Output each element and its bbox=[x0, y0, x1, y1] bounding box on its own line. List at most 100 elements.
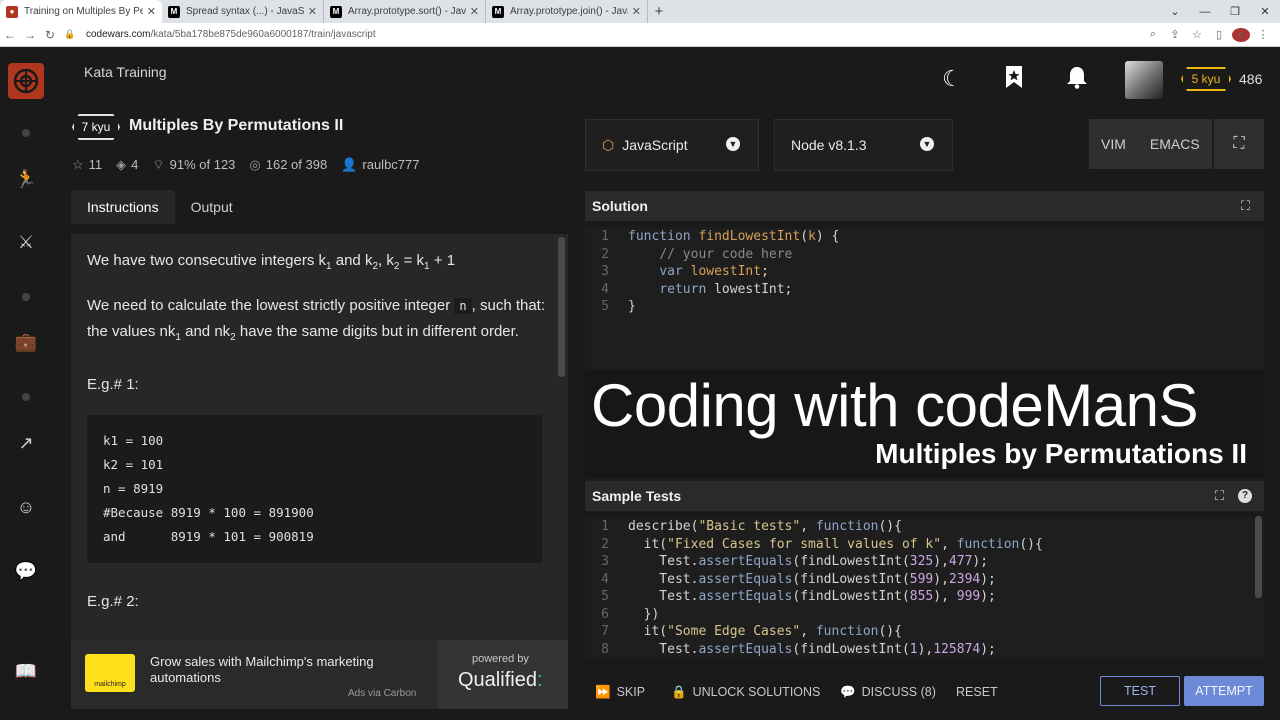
unlock-label: UNLOCK SOLUTIONS bbox=[692, 685, 821, 699]
line-number: 1 bbox=[601, 519, 609, 534]
ad-logo-text: mailchimp bbox=[94, 681, 126, 688]
codewars-logo-icon[interactable] bbox=[8, 63, 44, 99]
author-name: raulbc777 bbox=[362, 157, 420, 172]
training-icon[interactable]: 🏃 bbox=[14, 167, 38, 191]
back-icon[interactable]: ← bbox=[0, 28, 20, 42]
bookmark-icon[interactable] bbox=[1000, 65, 1028, 93]
discord-icon[interactable]: ☺ bbox=[14, 495, 38, 519]
lock-icon[interactable]: 🔒 bbox=[60, 29, 80, 40]
vim-mode-button[interactable]: VIM bbox=[1089, 119, 1138, 169]
browser-tab[interactable]: M Array.prototype.sort() - JavaScript ✕ bbox=[324, 0, 486, 23]
tab-title: Training on Multiples By Permutations II bbox=[24, 6, 143, 17]
url-path: /kata/5ba178be875de960a6000187/train/jav… bbox=[150, 29, 376, 40]
powered-by-label: powered by bbox=[472, 653, 529, 665]
browser-tab-bar: ● Training on Multiples By Permutations … bbox=[0, 0, 1280, 23]
forward-icon[interactable]: → bbox=[20, 28, 40, 42]
user-rank-badge[interactable]: 5 kyu bbox=[1181, 67, 1231, 91]
skip-label: SKIP bbox=[616, 685, 646, 699]
briefcase-icon[interactable]: 💼 bbox=[14, 330, 38, 354]
language-value: JavaScript bbox=[622, 137, 688, 153]
stars-count: 11 bbox=[88, 157, 103, 172]
close-tab-icon[interactable]: ✕ bbox=[632, 5, 641, 18]
tests-scrollbar[interactable] bbox=[1255, 516, 1262, 598]
tab-search-icon[interactable]: ⌄ bbox=[1160, 5, 1190, 18]
bookmark-star-icon[interactable]: ☆ bbox=[1188, 28, 1206, 42]
page-section-title: Kata Training bbox=[84, 64, 167, 80]
expand-tests-icon[interactable]: ⛶ bbox=[1215, 481, 1224, 511]
line-number: 5 bbox=[601, 589, 609, 604]
restore-icon[interactable]: ❐ bbox=[1220, 5, 1250, 18]
instructions-panel: We have two consecutive integers k1 and … bbox=[71, 234, 568, 640]
browser-tab[interactable]: M Array.prototype.join() - JavaScript ✕ bbox=[486, 0, 648, 23]
docs-book-icon[interactable]: 📖 bbox=[14, 659, 38, 683]
browser-tab[interactable]: ● Training on Multiples By Permutations … bbox=[0, 0, 162, 23]
ads-via-carbon[interactable]: Ads via Carbon bbox=[348, 688, 416, 699]
stars-stat[interactable]: ☆ 11 bbox=[72, 157, 102, 173]
mailchimp-logo[interactable]: mailchimp bbox=[85, 654, 135, 692]
close-tab-icon[interactable]: ✕ bbox=[470, 5, 479, 18]
reload-icon[interactable]: ↻ bbox=[40, 28, 60, 42]
runtime-select[interactable]: Node v8.1.3 ▼ bbox=[774, 119, 953, 171]
mdn-favicon-icon: M bbox=[492, 5, 504, 18]
chat-icon: 💬 bbox=[840, 685, 856, 699]
help-icon[interactable]: ? bbox=[1238, 489, 1252, 503]
divider-dot bbox=[22, 393, 30, 401]
leaderboard-trend-icon[interactable]: ↗ bbox=[14, 431, 38, 455]
satisfaction-value: 91% of 123 bbox=[169, 157, 236, 172]
instruction-paragraph-1: We have two consecutive integers k1 and … bbox=[87, 252, 456, 272]
target-icon: ◎ bbox=[249, 157, 261, 172]
tab-output[interactable]: Output bbox=[175, 190, 249, 224]
zoom-icon[interactable]: ⌕ bbox=[1144, 28, 1162, 42]
author-stat[interactable]: 👤 raulbc777 bbox=[341, 157, 419, 173]
url-field[interactable]: codewars.com/kata/5ba178be875de960a60001… bbox=[80, 29, 1144, 40]
completed-value: 162 of 398 bbox=[265, 157, 328, 172]
ad-text[interactable]: Grow sales with Mailchimp's marketing au… bbox=[150, 654, 420, 686]
collections-stat[interactable]: ◈ 4 bbox=[116, 157, 138, 173]
language-select[interactable]: ⬡ JavaScript ▼ bbox=[585, 119, 759, 171]
browser-tab[interactable]: M Spread syntax (...) - JavaScript | MDN… bbox=[162, 0, 324, 23]
browser-menu-icon[interactable]: ⋮ bbox=[1254, 28, 1272, 42]
notifications-bell-icon[interactable] bbox=[1063, 65, 1091, 93]
codewars-app: 🏃 ⚔ 💼 ↗ ☺ 💬 📖 Kata Training ☾ 5 kyu 486 … bbox=[0, 47, 1280, 720]
satisfaction-stat: ⌔ 91% of 123 bbox=[152, 157, 235, 173]
satisfaction-icon: ⌔ bbox=[152, 157, 165, 172]
line-number: 2 bbox=[601, 536, 609, 552]
sidebar-panel-icon[interactable]: ▯ bbox=[1210, 28, 1228, 42]
star-icon: ☆ bbox=[72, 157, 84, 172]
sample-tests-code: describe("Basic tests", function(){ it("… bbox=[628, 519, 1043, 657]
minimize-icon[interactable]: — bbox=[1190, 6, 1220, 18]
discuss-button[interactable]: 💬 DISCUSS (8) bbox=[840, 675, 936, 709]
qualified-brand: Qualified bbox=[458, 669, 537, 691]
user-avatar[interactable] bbox=[1125, 61, 1163, 99]
expand-solution-icon[interactable]: ⛶ bbox=[1241, 191, 1250, 221]
unlock-solutions-button[interactable]: 🔒 UNLOCK SOLUTIONS bbox=[671, 675, 820, 709]
discussion-icon[interactable]: 💬 bbox=[14, 559, 38, 583]
dark-mode-moon-icon[interactable]: ☾ bbox=[938, 65, 966, 93]
fullscreen-icon[interactable]: ⛶ bbox=[1214, 119, 1264, 169]
close-window-icon[interactable]: ✕ bbox=[1250, 5, 1280, 18]
address-bar: ← → ↻ 🔒 codewars.com/kata/5ba178be875de9… bbox=[0, 23, 1280, 47]
attempt-button[interactable]: ATTEMPT bbox=[1184, 676, 1264, 706]
divider-dot bbox=[22, 293, 30, 301]
practice-icon[interactable]: ⚔ bbox=[14, 230, 38, 254]
new-tab-icon[interactable]: + bbox=[648, 0, 670, 23]
instructions-scrollbar[interactable] bbox=[558, 237, 565, 377]
solution-code: function findLowestInt(k) { // your code… bbox=[628, 229, 840, 314]
qualified-sponsor[interactable]: powered by Qualified: bbox=[438, 640, 568, 709]
share-icon[interactable]: ⇪ bbox=[1166, 28, 1184, 42]
test-button[interactable]: TEST bbox=[1100, 676, 1180, 706]
example-1-heading: E.g.# 1: bbox=[87, 376, 139, 393]
profile-avatar[interactable]: c bbox=[1232, 27, 1250, 42]
line-number: 4 bbox=[601, 281, 609, 297]
close-tab-icon[interactable]: ✕ bbox=[308, 5, 317, 18]
tab-instructions[interactable]: Instructions bbox=[71, 190, 175, 224]
reset-button[interactable]: RESET bbox=[956, 675, 998, 709]
close-tab-icon[interactable]: ✕ bbox=[147, 5, 156, 18]
carbon-ad[interactable]: mailchimp Grow sales with Mailchimp's ma… bbox=[71, 640, 568, 709]
skip-button[interactable]: ⏩ SKIP bbox=[595, 675, 645, 709]
line-number: 2 bbox=[601, 246, 609, 262]
emacs-mode-button[interactable]: EMACS bbox=[1138, 119, 1212, 169]
example-2-heading: E.g.# 2: bbox=[87, 593, 139, 610]
url-host: codewars.com bbox=[86, 29, 151, 40]
sample-tests-editor[interactable]: 1 2 3 4 5 6 7 8 describe("Basic tests", … bbox=[585, 518, 1264, 658]
